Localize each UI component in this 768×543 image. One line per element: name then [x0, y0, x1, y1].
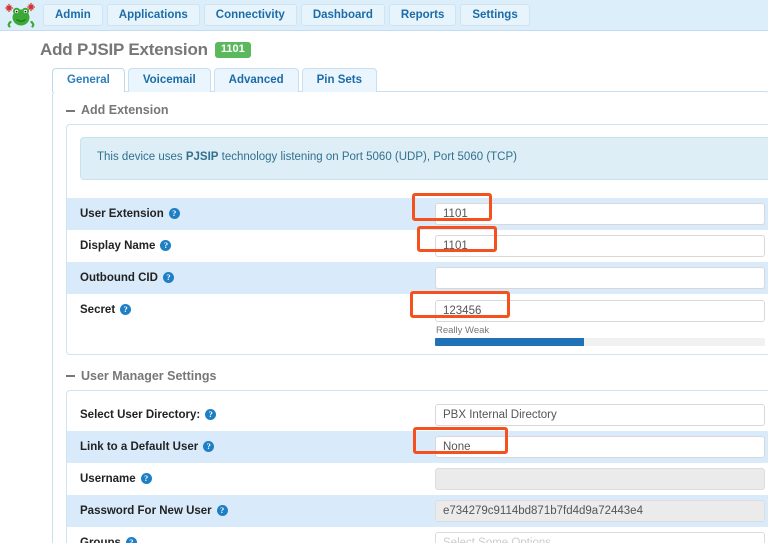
- username-input[interactable]: [435, 467, 765, 490]
- control-secret: Really Weak: [410, 290, 768, 346]
- pjsip-info-alert: This device uses PJSIP technology listen…: [80, 137, 768, 180]
- form-row-groups: Groups ?: [67, 527, 768, 543]
- label-text-username: Username: [80, 472, 136, 485]
- help-icon-outbound-cid[interactable]: ?: [162, 272, 174, 284]
- label-text-display-name: Display Name: [80, 239, 156, 252]
- label-text-user-extension: User Extension: [80, 207, 164, 220]
- label-select-user-directory: Select User Directory: ?: [80, 409, 435, 421]
- password-strength-meter: Really Weak: [435, 325, 765, 346]
- form-row-select-user-directory: Select User Directory: ?: [67, 399, 768, 431]
- form-row-outbound-cid: Outbound CID ?: [67, 261, 768, 294]
- label-text-select-user-directory: Select User Directory:: [80, 408, 201, 421]
- groups-multiselect[interactable]: [435, 531, 765, 543]
- label-user-extension: User Extension ?: [80, 208, 435, 220]
- form-row-password-new-user: Password For New User ?: [67, 494, 768, 527]
- label-text-groups: Groups: [80, 536, 121, 543]
- help-icon-display-name[interactable]: ?: [160, 240, 172, 252]
- section-header-user-manager[interactable]: User Manager Settings: [53, 367, 768, 390]
- nav-item-dashboard[interactable]: Dashboard: [300, 4, 385, 26]
- help-icon-secret[interactable]: ?: [120, 304, 132, 316]
- label-display-name: Display Name ?: [80, 240, 435, 252]
- alert-text-prefix: This device uses: [97, 151, 186, 163]
- tab-general[interactable]: General: [52, 68, 125, 92]
- user-manager-fieldset: Select User Directory: ? Link to a Defau…: [66, 389, 768, 543]
- label-text-password-new-user: Password For New User: [80, 504, 212, 517]
- label-groups: Groups ?: [80, 537, 435, 543]
- link-default-user-select[interactable]: [435, 435, 765, 458]
- tab-advanced[interactable]: Advanced: [213, 68, 299, 92]
- nav-item-admin[interactable]: Admin: [43, 4, 103, 26]
- section-header-add-extension[interactable]: Add Extension: [53, 101, 768, 124]
- page-header: Add PJSIP Extension 1101: [0, 31, 768, 67]
- label-text-outbound-cid: Outbound CID: [80, 271, 158, 284]
- control-display-name: [417, 225, 768, 257]
- tab-voicemail[interactable]: Voicemail: [127, 68, 211, 92]
- form-row-username: Username ?: [67, 463, 768, 495]
- password-strength-label: Really Weak: [436, 324, 490, 336]
- password-strength-fill: [435, 337, 584, 346]
- label-text-secret: Secret: [80, 303, 116, 316]
- nav-item-applications[interactable]: Applications: [106, 4, 200, 26]
- section-title-user-manager: User Manager Settings: [81, 368, 217, 383]
- collapse-minus-icon-user-manager[interactable]: [66, 375, 75, 378]
- control-outbound-cid: [435, 266, 768, 289]
- help-icon-link-default-user[interactable]: ?: [203, 441, 215, 453]
- extension-number-badge: 1101: [214, 42, 251, 58]
- help-icon-user-extension[interactable]: ?: [168, 208, 180, 220]
- form-row-link-default-user: Link to a Default User ?: [67, 426, 768, 463]
- password-strength-track: [435, 337, 765, 346]
- extension-form-panel: Add Extension This device uses PJSIP tec…: [52, 91, 768, 543]
- freepbx-frog-logo-icon[interactable]: [4, 2, 38, 28]
- top-navigation-bar: Admin Applications Connectivity Dashboar…: [0, 0, 768, 31]
- label-text-link-default-user: Link to a Default User: [80, 440, 199, 453]
- tab-pin-sets[interactable]: Pin Sets: [301, 68, 378, 92]
- label-password-new-user: Password For New User ?: [80, 505, 435, 517]
- select-user-directory-select[interactable]: [435, 403, 765, 426]
- control-groups: [435, 531, 768, 543]
- tab-bar: General Voicemail Advanced Pin Sets: [0, 67, 768, 92]
- password-new-user-input[interactable]: [435, 499, 765, 522]
- outbound-cid-input[interactable]: [435, 266, 765, 289]
- nav-item-settings[interactable]: Settings: [460, 4, 530, 26]
- control-username: [435, 467, 768, 490]
- alert-tech-name: PJSIP: [185, 151, 219, 163]
- label-secret: Secret ?: [80, 300, 435, 316]
- nav-item-reports[interactable]: Reports: [388, 4, 457, 26]
- section-title-add-extension: Add Extension: [81, 103, 169, 117]
- control-link-default-user: [413, 426, 768, 458]
- page-title: Add PJSIP Extension: [40, 40, 208, 59]
- control-password-new-user: [435, 499, 768, 522]
- label-outbound-cid: Outbound CID ?: [80, 272, 435, 284]
- display-name-input[interactable]: [435, 234, 765, 257]
- alert-text-suffix: technology listening on Port 5060 (UDP),…: [218, 151, 517, 163]
- control-select-user-directory: [435, 403, 768, 426]
- label-link-default-user: Link to a Default User ?: [80, 441, 435, 453]
- form-row-display-name: Display Name ?: [67, 225, 768, 262]
- secret-input[interactable]: [435, 299, 765, 322]
- user-extension-input[interactable]: [435, 202, 765, 225]
- help-icon-username[interactable]: ?: [140, 473, 152, 485]
- collapse-minus-icon[interactable]: [66, 109, 75, 112]
- help-icon-groups[interactable]: ?: [125, 537, 137, 543]
- form-row-secret: Secret ? Really Weak: [67, 290, 768, 346]
- form-row-user-extension: User Extension ?: [67, 192, 768, 230]
- label-username: Username ?: [80, 473, 435, 485]
- help-icon-select-user-directory[interactable]: ?: [205, 409, 217, 421]
- nav-item-connectivity[interactable]: Connectivity: [203, 4, 297, 26]
- add-extension-fieldset: This device uses PJSIP technology listen…: [66, 124, 768, 355]
- control-user-extension: [412, 192, 768, 225]
- help-icon-password-new-user[interactable]: ?: [216, 505, 228, 517]
